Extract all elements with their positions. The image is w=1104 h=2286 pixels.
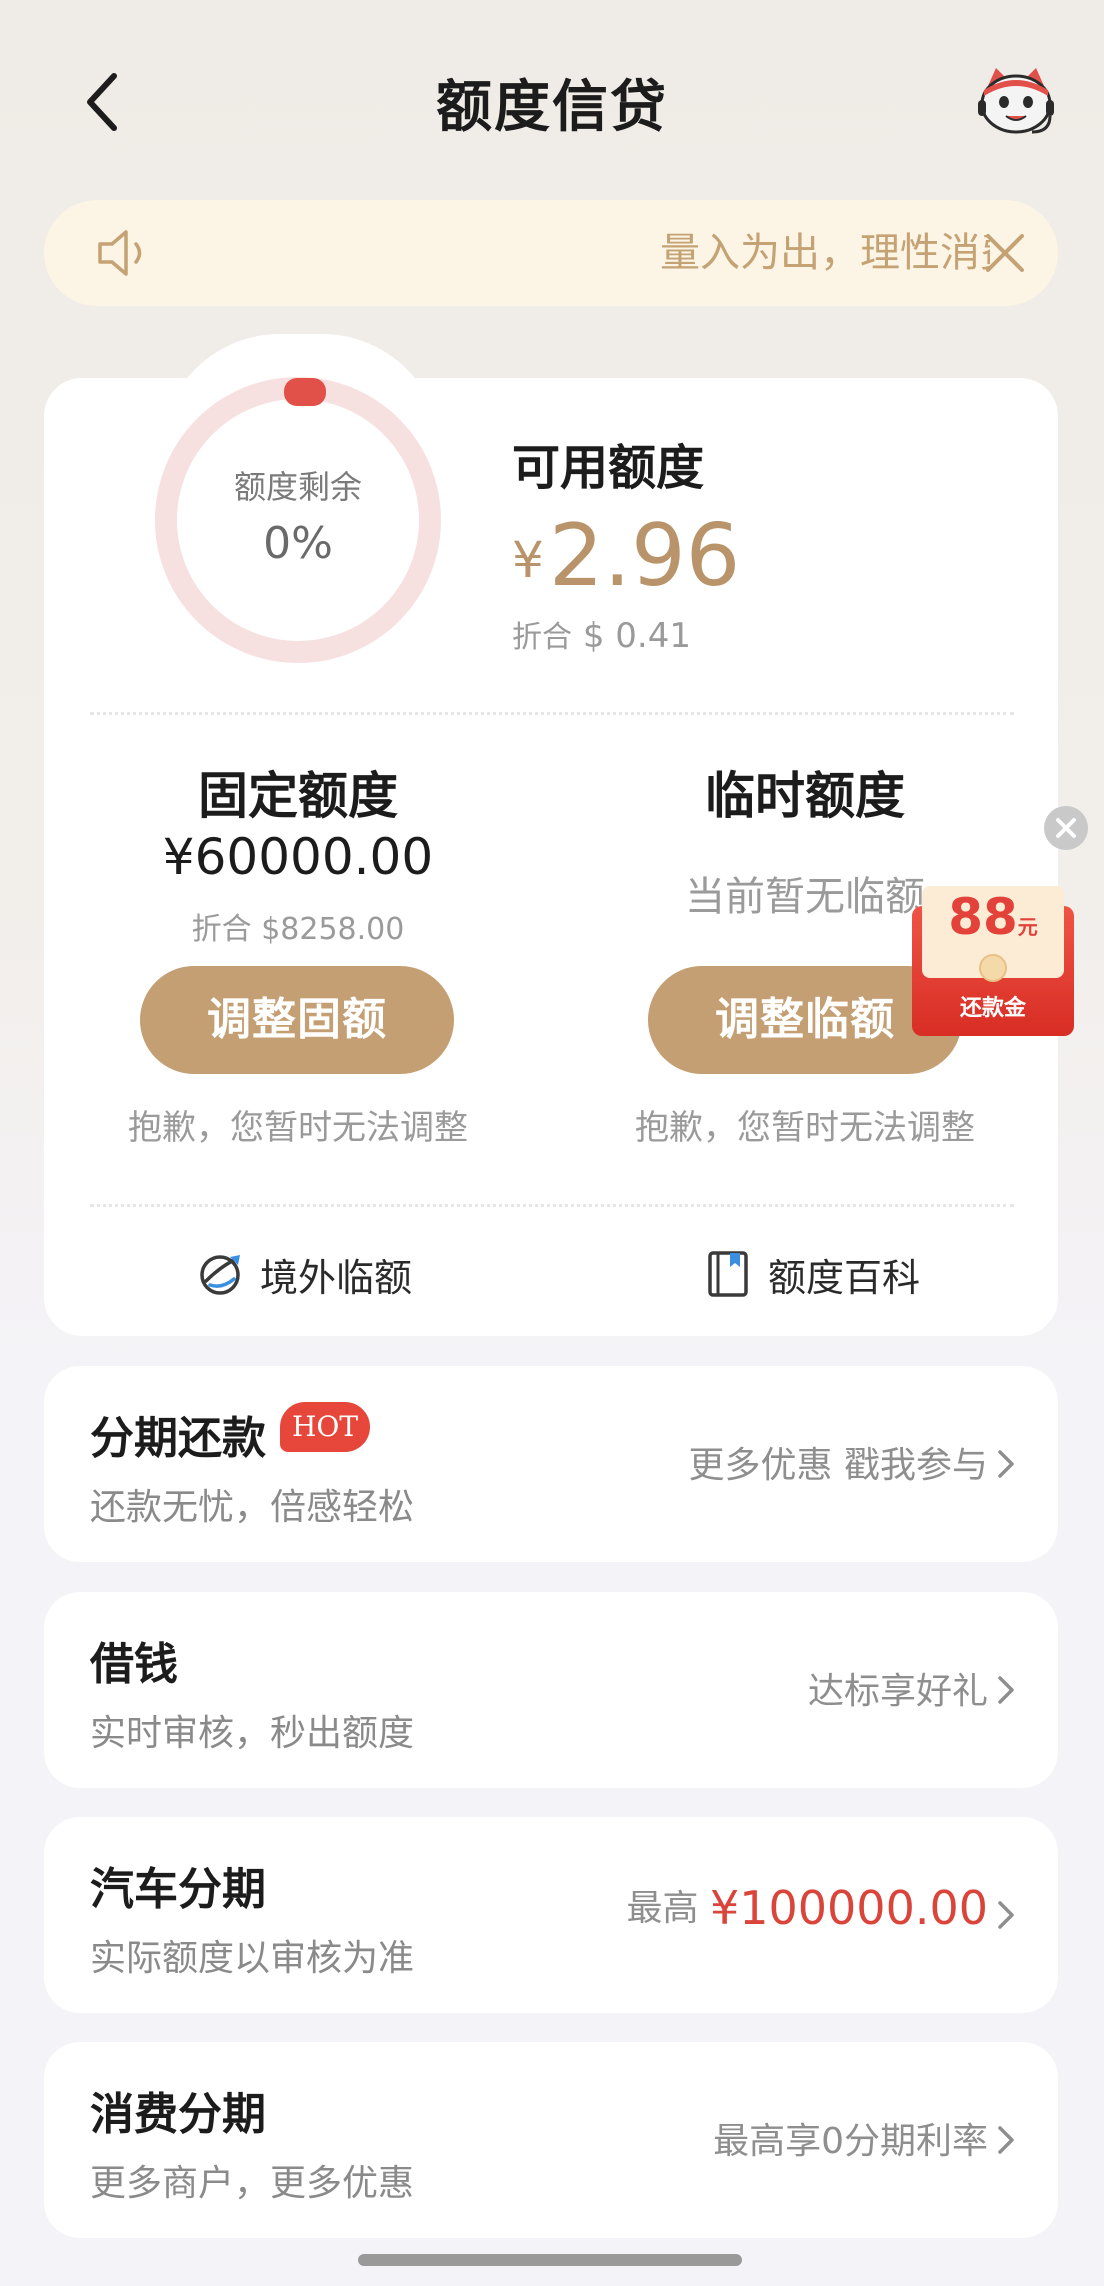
adjust-fixed-quota-button[interactable]: 调整固额 <box>140 966 454 1074</box>
available-amount-value: 2.96 <box>548 506 741 606</box>
service-subtitle: 更多商户，更多优惠 <box>90 2163 415 2204</box>
converted-prefix: 折合 <box>512 620 572 655</box>
overseas-temp-quota-link[interactable]: 境外临额 <box>196 1244 412 1304</box>
service-promo: 达标享好礼 <box>807 1671 988 1712</box>
service-promo: 更多优惠 戳我参与 <box>688 1445 988 1486</box>
chevron-right-icon <box>998 2126 1014 2154</box>
ring-progress-cap <box>284 378 326 406</box>
link-label: 额度百科 <box>768 1255 921 1300</box>
temp-quota-note: 抱歉，您暂时无法调整 <box>635 1108 975 1148</box>
hot-badge: HOT <box>280 1402 370 1452</box>
mascot-avatar-icon[interactable] <box>976 66 1056 140</box>
service-title: 借钱 <box>90 1639 178 1690</box>
service-promo: 最高享0分期利率 <box>713 2121 988 2162</box>
available-quota-title: 可用额度 <box>512 440 705 496</box>
speaker-icon <box>96 228 152 278</box>
service-card-consumer-installment[interactable]: 消费分期 更多商户，更多优惠 最高享0分期利率 <box>44 2042 1058 2238</box>
book-icon <box>708 1251 748 1297</box>
close-icon <box>986 234 1024 272</box>
promo-prefix: 最高 <box>626 1888 699 1929</box>
fixed-quota-title: 固定额度 <box>198 767 398 825</box>
available-quota-amount: ¥ 2.96 <box>512 506 740 606</box>
service-title: 分期还款 <box>90 1413 266 1464</box>
available-converted: 折合 $ 0.41 <box>512 612 691 656</box>
close-icon <box>1056 818 1076 838</box>
temp-quota-title: 临时额度 <box>705 767 905 825</box>
fixed-quota-converted: 折合 $8258.00 <box>191 912 405 947</box>
service-card-car-installment[interactable]: 汽车分期 实际额度以审核为准 最高 ¥100000.00 <box>44 1817 1058 2013</box>
service-title: 汽车分期 <box>90 1864 266 1915</box>
repayment-bonus-packet[interactable]: 88元 还款金 <box>912 886 1074 1036</box>
home-indicator[interactable] <box>358 2254 742 2266</box>
service-title: 消费分期 <box>90 2089 266 2140</box>
chevron-right-icon <box>998 1901 1014 1929</box>
float-close-button[interactable] <box>1044 806 1088 850</box>
coin-icon <box>979 954 1007 982</box>
divider <box>90 1204 1014 1207</box>
service-card-borrow[interactable]: 借钱 实时审核，秒出额度 达标享好礼 <box>44 1592 1058 1788</box>
divider <box>90 712 1014 715</box>
ring-label: 额度剩余 <box>233 468 362 506</box>
service-promo: 最高 ¥100000.00 <box>627 1879 989 1935</box>
converted-value: $ 0.41 <box>582 616 691 656</box>
chevron-right-icon <box>998 1676 1014 1704</box>
globe-plane-icon <box>200 1255 240 1295</box>
packet-amount-unit: 元 <box>1017 915 1038 939</box>
service-subtitle: 实时审核，秒出额度 <box>90 1713 415 1754</box>
page-title: 额度信贷 <box>436 75 668 140</box>
service-subtitle: 还款无忧，倍感轻松 <box>90 1487 415 1528</box>
service-card-installment-repay[interactable]: 分期还款 HOT 还款无忧，倍感轻松 更多优惠 戳我参与 <box>44 1366 1058 1562</box>
notice-close-button[interactable] <box>980 228 1030 278</box>
fixed-quota-amount: ¥60000.00 <box>162 828 434 886</box>
packet-label: 还款金 <box>959 996 1026 1021</box>
notice-text: 量入为出，理性消费 <box>660 230 990 276</box>
currency-symbol: ¥ <box>512 531 544 589</box>
notice-marquee: 量入为出，理性消费 <box>660 222 990 284</box>
chevron-right-icon <box>998 1450 1014 1478</box>
link-label: 境外临额 <box>260 1255 413 1300</box>
packet-amount: 88元 <box>922 888 1064 946</box>
max-amount: ¥100000.00 <box>709 1881 988 1935</box>
ring-percent: 0% <box>263 518 333 569</box>
packet-amount-value: 88 <box>948 888 1018 946</box>
quota-encyclopedia-link[interactable]: 额度百科 <box>704 1244 920 1304</box>
notice-bar[interactable]: 量入为出，理性消费 <box>44 200 1058 306</box>
service-subtitle: 实际额度以审核为准 <box>90 1938 415 1979</box>
fixed-quota-note: 抱歉，您暂时无法调整 <box>128 1108 468 1148</box>
